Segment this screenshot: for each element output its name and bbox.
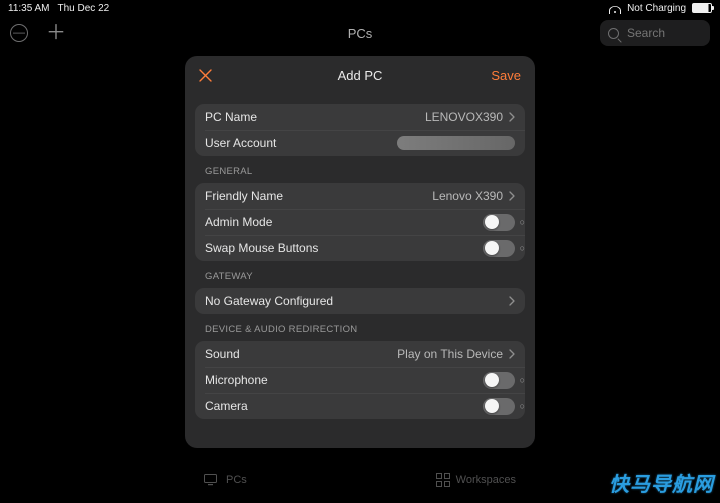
general-group: Friendly Name Lenovo X390 Admin Mode ○ S…	[195, 183, 525, 261]
gateway-group: No Gateway Configured	[195, 288, 525, 314]
swap-mouse-label: Swap Mouse Buttons	[205, 241, 318, 255]
add-button[interactable]: ＋	[46, 23, 66, 43]
tab-pcs-label: PCs	[226, 474, 247, 486]
swap-mouse-row: Swap Mouse Buttons ○	[195, 235, 525, 261]
wifi-icon	[609, 3, 621, 13]
basic-group: PC Name LENOVOX390 User Account	[195, 104, 525, 156]
chevron-right-icon	[509, 296, 515, 306]
friendly-name-value: Lenovo X390	[432, 189, 503, 203]
pc-name-row[interactable]: PC Name LENOVOX390	[195, 104, 525, 130]
chevron-right-icon	[509, 349, 515, 359]
friendly-name-label: Friendly Name	[205, 189, 283, 203]
close-button[interactable]	[199, 69, 212, 82]
camera-label: Camera	[205, 399, 248, 413]
watermark-text: 快马导航网	[609, 468, 714, 497]
collapse-button[interactable]: —	[10, 24, 28, 42]
user-account-label: User Account	[205, 136, 276, 150]
gateway-value: No Gateway Configured	[205, 294, 333, 308]
redirection-header: DEVICE & AUDIO REDIRECTION	[195, 314, 525, 341]
page-title: PCs	[348, 26, 373, 41]
bottom-tabbar: PCs Workspaces	[184, 465, 536, 495]
toolbar: — ＋ PCs	[0, 16, 720, 50]
swap-mouse-toggle[interactable]: ○	[483, 240, 515, 257]
general-header: GENERAL	[195, 156, 525, 183]
microphone-label: Microphone	[205, 373, 268, 387]
microphone-row: Microphone ○	[195, 367, 525, 393]
search-icon	[608, 28, 619, 39]
modal-title: Add PC	[338, 68, 383, 83]
modal-scroll[interactable]: PC Name LENOVOX390 User Account GENERAL …	[185, 94, 535, 448]
tab-pcs[interactable]: PCs	[204, 474, 247, 486]
chevron-right-icon	[509, 112, 515, 122]
sound-value: Play on This Device	[397, 347, 503, 361]
status-time: 11:35 AM	[8, 3, 50, 14]
camera-row: Camera ○	[195, 393, 525, 419]
user-account-redacted	[397, 136, 515, 150]
search-field[interactable]	[600, 20, 710, 46]
user-account-row[interactable]: User Account	[195, 130, 525, 156]
redirection-group: Sound Play on This Device Microphone ○ C…	[195, 341, 525, 419]
admin-mode-row: Admin Mode ○	[195, 209, 525, 235]
pc-name-label: PC Name	[205, 110, 257, 124]
chevron-right-icon	[509, 191, 515, 201]
tab-workspaces-label: Workspaces	[456, 474, 516, 486]
monitor-icon	[204, 474, 220, 486]
save-button[interactable]: Save	[491, 68, 521, 83]
tab-workspaces[interactable]: Workspaces	[436, 473, 516, 487]
sound-label: Sound	[205, 347, 240, 361]
sound-row[interactable]: Sound Play on This Device	[195, 341, 525, 367]
battery-icon	[692, 3, 712, 13]
admin-mode-toggle[interactable]: ○	[483, 214, 515, 231]
gateway-header: GATEWAY	[195, 261, 525, 288]
charging-label: Not Charging	[627, 3, 686, 14]
status-bar: 11:35 AM Thu Dec 22 Not Charging	[0, 0, 720, 16]
pc-name-value: LENOVOX390	[425, 110, 503, 124]
microphone-toggle[interactable]: ○	[483, 372, 515, 389]
add-pc-modal: Add PC Save PC Name LENOVOX390 User Acco…	[185, 56, 535, 448]
search-input[interactable]	[625, 25, 701, 41]
modal-header: Add PC Save	[185, 56, 535, 94]
camera-toggle[interactable]: ○	[483, 398, 515, 415]
status-date: Thu Dec 22	[58, 3, 110, 14]
gateway-row[interactable]: No Gateway Configured	[195, 288, 525, 314]
admin-mode-label: Admin Mode	[205, 215, 272, 229]
friendly-name-row[interactable]: Friendly Name Lenovo X390	[195, 183, 525, 209]
grid-icon	[436, 473, 450, 487]
